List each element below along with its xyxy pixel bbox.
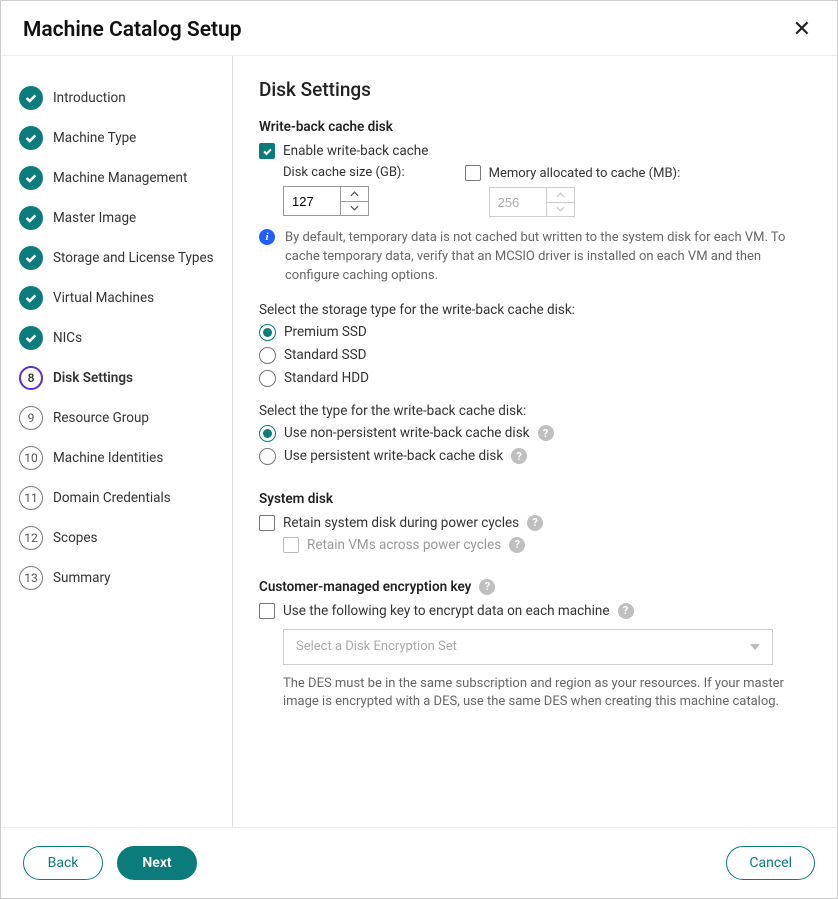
stepper-up-icon[interactable]: [341, 187, 368, 202]
step-number: 9: [19, 406, 43, 430]
step-label: Summary: [53, 570, 111, 586]
enable-wbc-checkbox[interactable]: [259, 143, 275, 159]
step-label: Storage and License Types: [53, 250, 214, 266]
titlebar: Machine Catalog Setup ✕: [1, 1, 837, 55]
system-disk-section-header: System disk: [259, 491, 813, 507]
step-label: Virtual Machines: [53, 290, 154, 306]
storage-premium-radio[interactable]: [259, 324, 276, 341]
sidebar-step-machine-identities: 10 Machine Identities: [17, 438, 222, 478]
step-label: Disk Settings: [53, 370, 133, 386]
sidebar-step-master-image[interactable]: Master Image: [17, 198, 222, 238]
disk-type-prompt: Select the type for the write-back cache…: [259, 403, 813, 419]
storage-opt-label: Standard SSD: [284, 347, 367, 363]
check-icon: [19, 326, 43, 350]
des-placeholder: Select a Disk Encryption Set: [296, 639, 457, 654]
step-label: Introduction: [53, 90, 126, 106]
check-icon: [19, 166, 43, 190]
dialog: Machine Catalog Setup ✕ Introduction Mach…: [0, 0, 838, 899]
step-number: 11: [19, 486, 43, 510]
body: Introduction Machine Type Machine Manageme…: [1, 55, 837, 827]
sidebar-step-resource-group: 9 Resource Group: [17, 398, 222, 438]
step-label: Master Image: [53, 210, 136, 226]
disk-cache-label: Disk cache size (GB):: [283, 165, 405, 180]
step-label: NICs: [53, 330, 82, 346]
storage-type-prompt: Select the storage type for the write-ba…: [259, 302, 813, 318]
disk-cache-input[interactable]: [283, 186, 369, 216]
sidebar-step-virtual-machines[interactable]: Virtual Machines: [17, 278, 222, 318]
type-opt-label: Use non-persistent write-back cache disk: [284, 425, 530, 441]
stepper-down-icon[interactable]: [341, 202, 368, 216]
retain-vms-checkbox: [283, 537, 299, 553]
sidebar: Introduction Machine Type Machine Manageme…: [1, 56, 233, 827]
cmek-section-header: Customer-managed encryption key: [259, 579, 471, 595]
sidebar-step-domain-credentials: 11 Domain Credentials: [17, 478, 222, 518]
sidebar-step-scopes: 12 Scopes: [17, 518, 222, 558]
storage-opt-label: Premium SSD: [284, 324, 367, 340]
type-opt-label: Use persistent write-back cache disk: [284, 448, 503, 464]
close-icon[interactable]: ✕: [787, 15, 817, 45]
check-icon: [19, 206, 43, 230]
back-button[interactable]: Back: [23, 846, 103, 880]
enable-wbc-label: Enable write-back cache: [283, 143, 428, 159]
storage-opt-label: Standard HDD: [284, 370, 369, 386]
retain-vms-label: Retain VMs across power cycles: [307, 537, 501, 553]
step-label: Machine Management: [53, 170, 187, 186]
stepper-up-icon: [547, 188, 574, 203]
stepper-down-icon: [547, 203, 574, 217]
page-heading: Disk Settings: [259, 78, 813, 101]
wbc-info-text: By default, temporary data is not cached…: [285, 229, 813, 286]
check-icon: [19, 286, 43, 310]
des-select: Select a Disk Encryption Set: [283, 629, 773, 665]
sidebar-step-disk-settings[interactable]: 8 Disk Settings: [17, 358, 222, 398]
step-label: Machine Identities: [53, 450, 163, 466]
mem-cache-checkbox[interactable]: [465, 165, 481, 181]
step-number: 10: [19, 446, 43, 470]
type-persistent-radio[interactable]: [259, 448, 276, 465]
step-label: Domain Credentials: [53, 490, 171, 506]
help-icon[interactable]: ?: [479, 579, 495, 595]
help-icon[interactable]: ?: [509, 537, 525, 553]
mem-cache-input: [489, 187, 575, 217]
chevron-down-icon: [750, 644, 760, 650]
retain-system-disk-label: Retain system disk during power cycles: [283, 515, 519, 531]
help-icon[interactable]: ?: [618, 603, 634, 619]
storage-standard-hdd-radio[interactable]: [259, 370, 276, 387]
mem-cache-value: [490, 188, 546, 216]
info-icon: i: [259, 229, 275, 245]
help-icon[interactable]: ?: [527, 515, 543, 531]
sidebar-step-machine-management[interactable]: Machine Management: [17, 158, 222, 198]
wbc-section-header: Write-back cache disk: [259, 119, 813, 135]
use-cmek-label: Use the following key to encrypt data on…: [283, 603, 610, 619]
sidebar-step-introduction[interactable]: Introduction: [17, 78, 222, 118]
storage-standard-ssd-radio[interactable]: [259, 347, 276, 364]
step-label: Machine Type: [53, 130, 136, 146]
sidebar-step-machine-type[interactable]: Machine Type: [17, 118, 222, 158]
use-cmek-checkbox[interactable]: [259, 603, 275, 619]
disk-cache-value[interactable]: [284, 187, 340, 215]
mem-cache-label: Memory allocated to cache (MB):: [489, 166, 681, 181]
sidebar-step-storage-and-license-types[interactable]: Storage and License Types: [17, 238, 222, 278]
check-icon: [19, 86, 43, 110]
sidebar-step-nics[interactable]: NICs: [17, 318, 222, 358]
step-number: 12: [19, 526, 43, 550]
footer: Back Next Cancel: [1, 827, 837, 898]
type-nonpersistent-radio[interactable]: [259, 425, 276, 442]
des-note: The DES must be in the same subscription…: [283, 675, 793, 713]
check-icon: [19, 126, 43, 150]
step-number: 13: [19, 566, 43, 590]
step-label: Scopes: [53, 530, 98, 546]
next-button[interactable]: Next: [117, 846, 197, 880]
cancel-button[interactable]: Cancel: [726, 846, 815, 880]
help-icon[interactable]: ?: [511, 448, 527, 464]
retain-system-disk-checkbox[interactable]: [259, 515, 275, 531]
step-number-current: 8: [19, 366, 43, 390]
step-label: Resource Group: [53, 410, 149, 426]
dialog-title: Machine Catalog Setup: [23, 18, 242, 42]
help-icon[interactable]: ?: [538, 425, 554, 441]
check-icon: [19, 246, 43, 270]
content: Disk Settings Write-back cache disk Enab…: [233, 56, 837, 827]
sidebar-step-summary: 13 Summary: [17, 558, 222, 598]
